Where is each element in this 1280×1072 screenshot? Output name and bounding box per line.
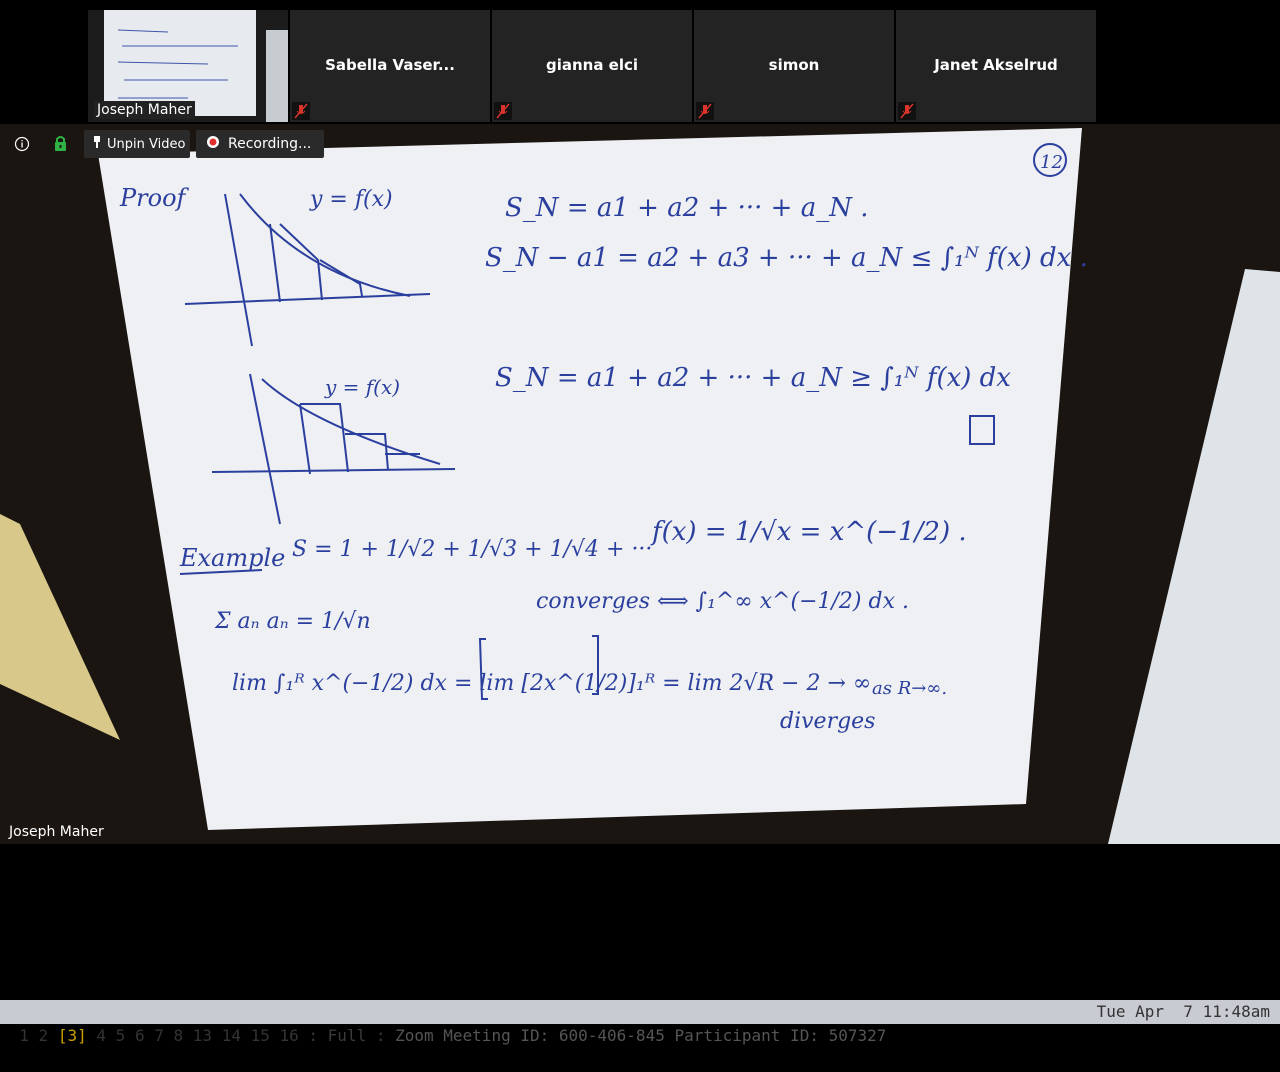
workspace-3[interactable]: [3] [58, 1026, 87, 1045]
limit-expression: lim ∫₁ᴿ x^(−1/2) dx = lim [2x^(1/2)]₁ᴿ =… [232, 671, 871, 696]
workspace-list[interactable]: 1 2 [3] 4 5 6 7 8 13 14 15 16 [19, 1026, 299, 1045]
participant-tile[interactable]: Sabella Vaser... [290, 10, 490, 122]
sum-expression: Σ aₙ aₙ = 1/√n [214, 609, 371, 634]
self-name-label: Joseph Maher [94, 101, 195, 119]
diverges-text: diverges [780, 709, 875, 734]
graph2-label: y = f(x) [324, 375, 400, 399]
muted-mic-icon [696, 102, 714, 120]
whiteboard-video-frame: 12 Proof y = f(x) S_N = a1 + a2 + ··· + … [0, 124, 1280, 844]
example-series: S = 1 + 1/√2 + 1/√3 + 1/√4 + ··· [292, 537, 652, 562]
participant-tile-self[interactable]: Joseph Maher [88, 10, 288, 122]
workspace-8[interactable]: 8 [174, 1026, 184, 1045]
participant-name: gianna elci [545, 56, 639, 74]
workspace-6[interactable]: 6 [135, 1026, 145, 1045]
unpin-video-button[interactable]: Unpin Video [84, 130, 190, 158]
workspace-14[interactable]: 14 [222, 1026, 241, 1045]
recording-indicator[interactable]: Recording... [196, 130, 324, 158]
window-manager-status-bar: 1 2 [3] 4 5 6 7 8 13 14 15 16 : Full : Z… [0, 1000, 1280, 1045]
workspace-15[interactable]: 15 [251, 1026, 270, 1045]
sn-line-3: S_N = a1 + a2 + ··· + a_N ≥ ∫₁ᴺ f(x) dx [495, 363, 1011, 393]
converges-text: converges ⟺ ∫₁^∞ x^(−1/2) dx . [536, 589, 909, 614]
unpin-video-label: Unpin Video [107, 136, 186, 152]
as-r-text: as R→∞. [872, 678, 947, 699]
page-number: 12 [1040, 152, 1063, 173]
sn-line-2: S_N − a1 = a2 + a3 + ··· + a_N ≤ ∫₁ᴺ f(x… [485, 243, 1088, 273]
example-f: f(x) = 1/√x = x^(−1/2) . [650, 517, 967, 547]
encryption-lock-icon[interactable] [50, 134, 72, 154]
workspace-5[interactable]: 5 [116, 1026, 126, 1045]
sn-line-1: S_N = a1 + a2 + ··· + a_N . [505, 193, 868, 223]
muted-mic-icon [494, 102, 512, 120]
workspace-1[interactable]: 1 [19, 1026, 29, 1045]
workspace-4[interactable]: 4 [96, 1026, 106, 1045]
clock: Tue Apr 7 11:48am [1096, 1002, 1270, 1021]
participant-tile[interactable]: Janet Akselrud [896, 10, 1096, 122]
window-title: Zoom Meeting ID: 600-406-845 Participant… [395, 1026, 887, 1045]
graph1-label: y = f(x) [309, 187, 393, 212]
participant-name: Sabella Vaser... [325, 56, 455, 74]
pin-icon [92, 135, 102, 153]
participant-name: Janet Akselrud [934, 56, 1058, 74]
main-video[interactable]: 12 Proof y = f(x) S_N = a1 + a2 + ··· + … [0, 124, 1280, 844]
layout-indicator[interactable]: : Full : [308, 1026, 385, 1045]
participant-tile[interactable]: gianna elci [492, 10, 692, 122]
recording-label: Recording... [228, 136, 312, 152]
proof-label: Proof [119, 184, 190, 212]
recording-dot-icon [206, 135, 220, 153]
participant-tile[interactable]: simon [694, 10, 894, 122]
workspace-13[interactable]: 13 [193, 1026, 212, 1045]
workspace-16[interactable]: 16 [280, 1026, 299, 1045]
participant-name: simon [768, 56, 820, 74]
speaker-name-label: Joseph Maher [9, 824, 104, 840]
workspace-7[interactable]: 7 [154, 1026, 164, 1045]
workspace-2[interactable]: 2 [39, 1026, 49, 1045]
muted-mic-icon [292, 102, 310, 120]
whiteboard-sheet [98, 128, 1082, 830]
info-icon[interactable] [12, 134, 32, 154]
muted-mic-icon [898, 102, 916, 120]
example-label: Example [179, 544, 285, 572]
